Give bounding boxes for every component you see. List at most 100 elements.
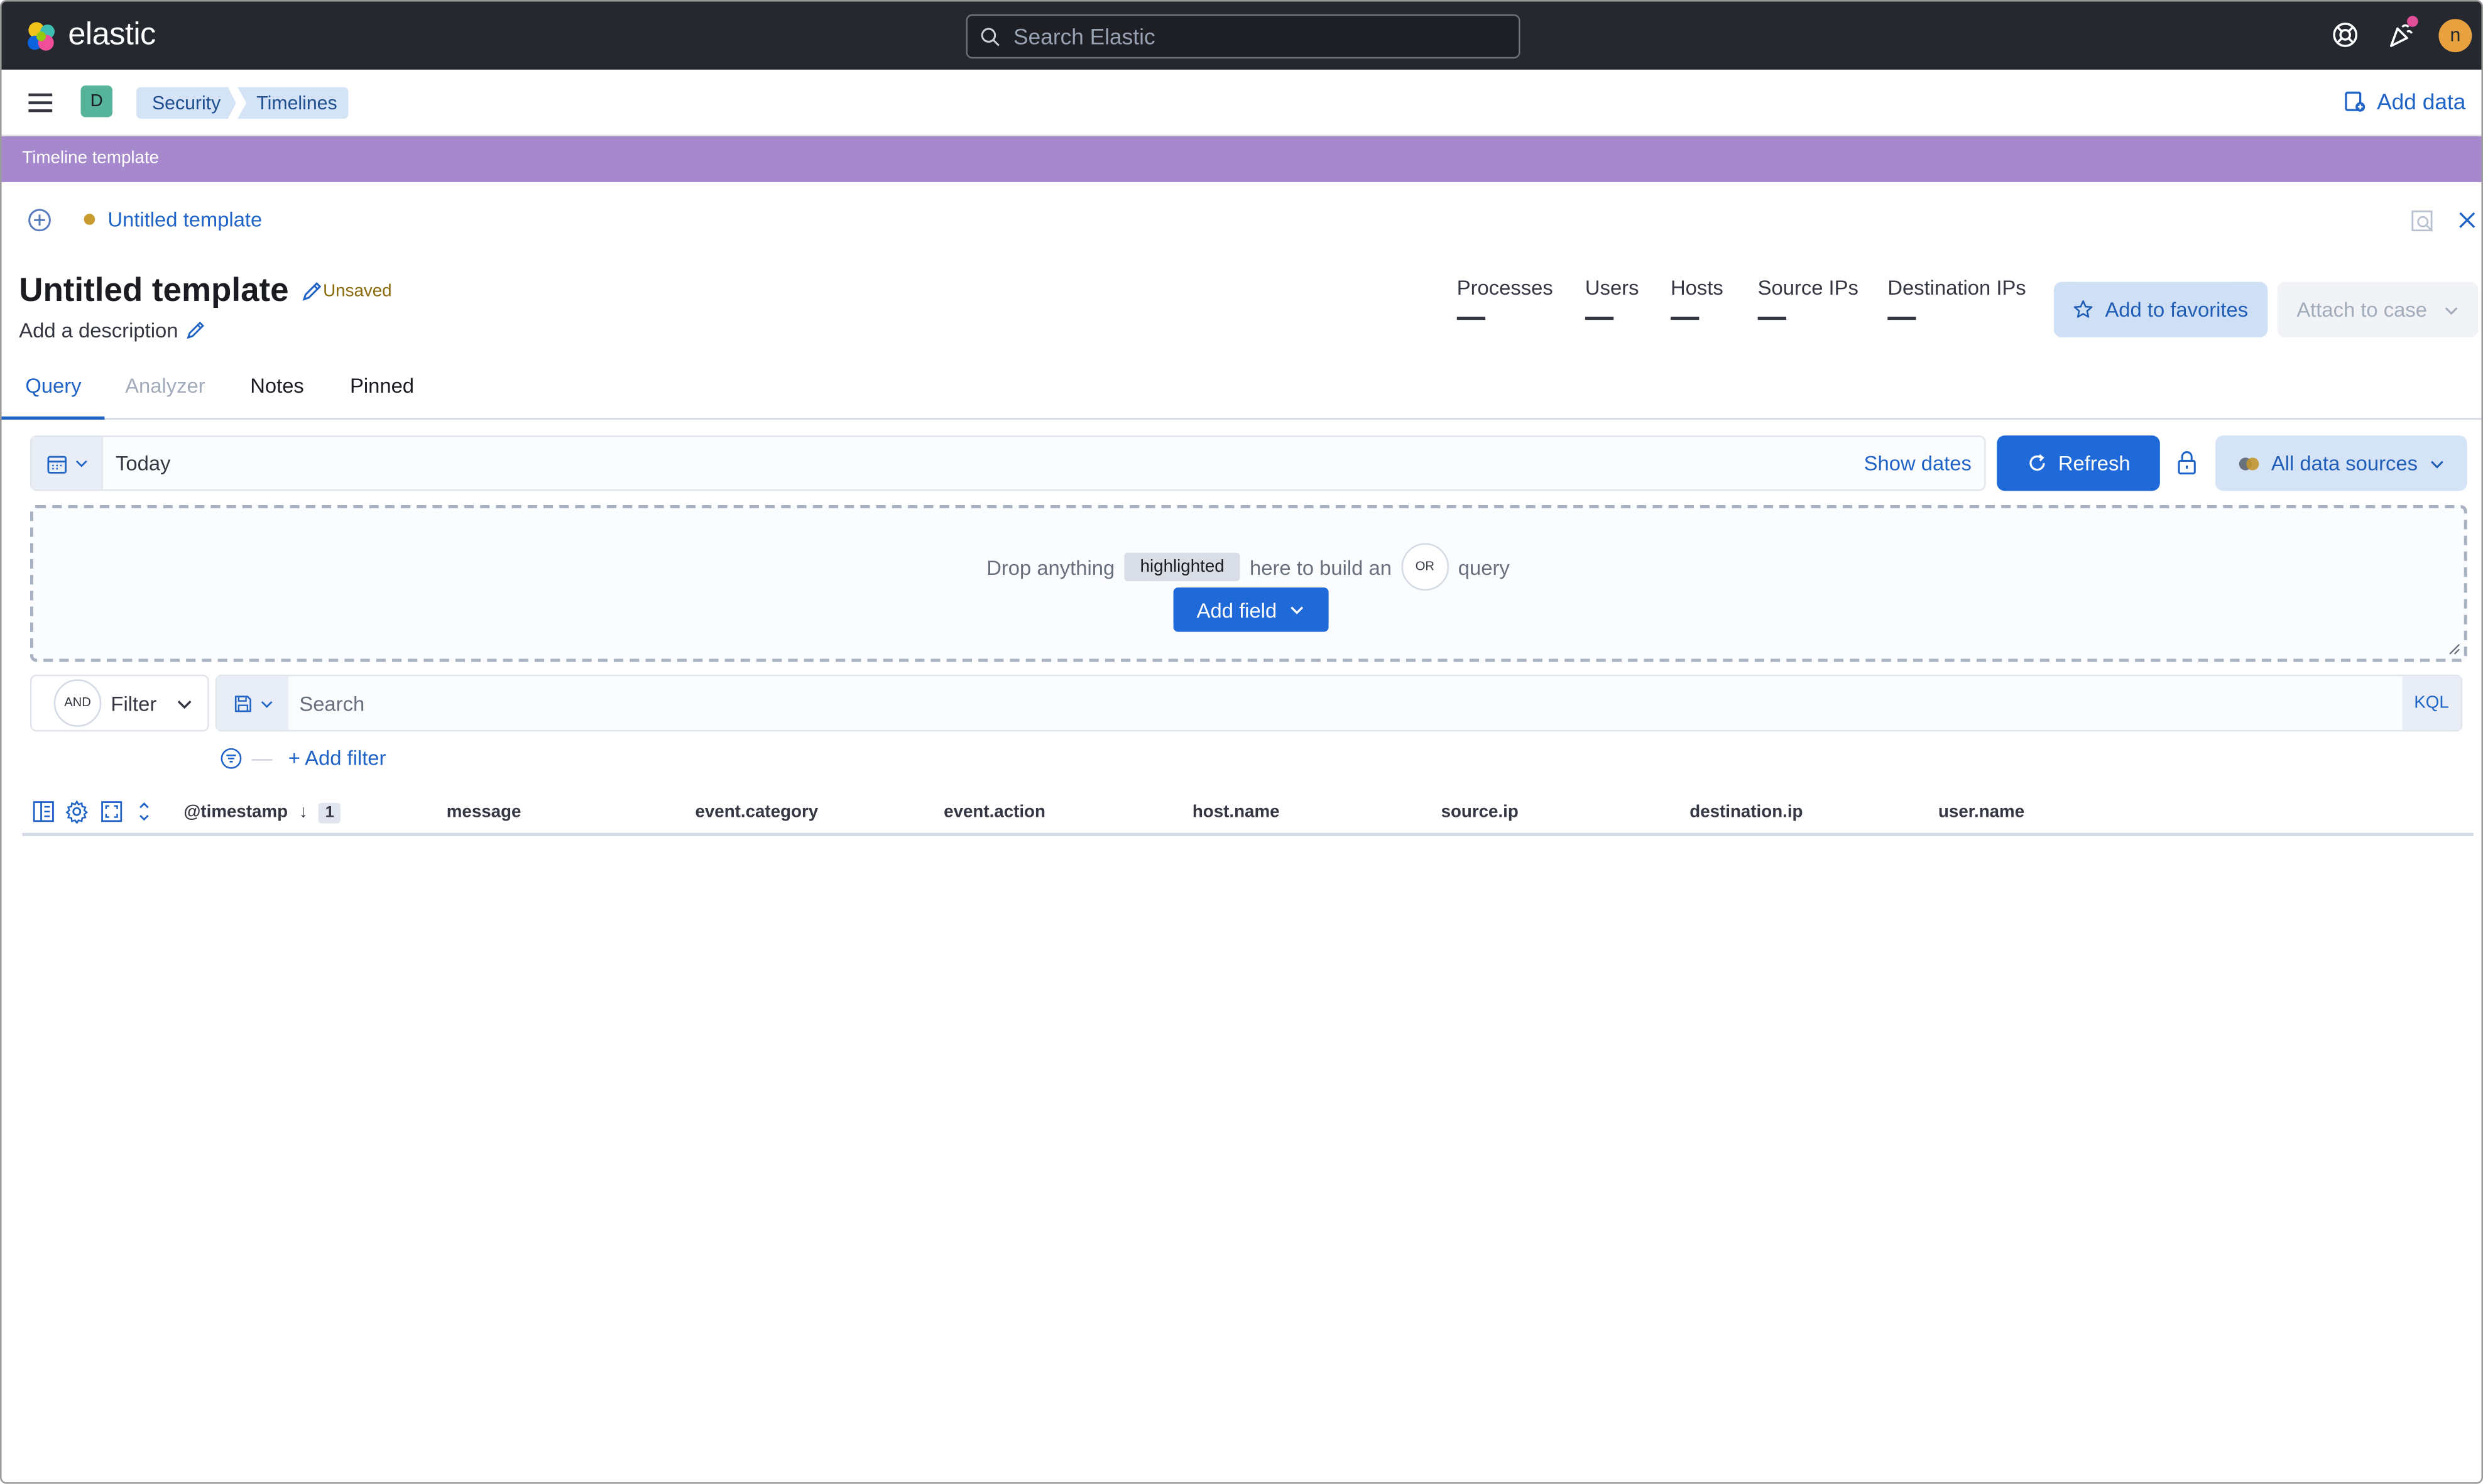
timeline-title-text: Untitled template — [19, 272, 289, 309]
global-header: elastic n — [1, 1, 2482, 70]
show-dates-link[interactable]: Show dates — [1864, 451, 1972, 475]
column-header-event-category[interactable]: event.category — [695, 803, 818, 822]
drop-suffix: query — [1458, 555, 1510, 579]
gear-icon — [65, 800, 89, 824]
unsaved-dot — [84, 214, 96, 225]
sort-fields-button[interactable] — [136, 800, 152, 824]
lock-timeline-button[interactable] — [2176, 450, 2198, 475]
user-avatar[interactable]: n — [2438, 19, 2472, 53]
lock-open-icon — [2178, 451, 2196, 475]
calendar-icon — [46, 455, 66, 473]
kpi-users: Users — [1585, 276, 1639, 320]
quick-select-button[interactable] — [31, 437, 103, 489]
new-timeline-button[interactable] — [27, 207, 52, 232]
add-filter-row: — + Add filter — [220, 746, 386, 770]
inspect-button[interactable] — [2410, 209, 2435, 234]
add-to-favorites-button[interactable]: Add to favorites — [2053, 281, 2268, 337]
column-header-destination-ip[interactable]: destination.ip — [1689, 803, 1803, 822]
or-badge: OR — [1401, 543, 1449, 591]
timeline-title-tab[interactable]: Untitled template — [84, 207, 262, 231]
highlighted-chip: highlighted — [1124, 552, 1240, 581]
edit-description-pencil-icon — [187, 321, 205, 339]
row-settings-button[interactable] — [65, 800, 89, 824]
database-add-icon — [2345, 91, 2366, 112]
help-lifebuoy-icon — [2333, 23, 2358, 47]
resize-handle-icon[interactable] — [2448, 643, 2461, 655]
hamburger-menu-icon — [28, 93, 53, 112]
kpi-empty-value — [1456, 317, 1486, 320]
query-drop-zone[interactable]: Drop anything highlighted here to build … — [30, 505, 2467, 662]
breadcrumb-timelines: Timelines — [237, 87, 349, 119]
app-window: elastic n — [0, 0, 2483, 1484]
chevron-down-icon — [2444, 306, 2457, 314]
refresh-icon — [2029, 454, 2044, 471]
kpi-label: Destination IPs — [1887, 275, 2026, 300]
close-icon — [2459, 212, 2475, 228]
kpi-empty-value — [1671, 317, 1700, 320]
sort-descending-arrow-icon: ↓ — [298, 802, 308, 822]
filter-icon[interactable] — [220, 746, 242, 768]
edit-title-pencil-icon[interactable] — [302, 280, 324, 302]
refresh-label: Refresh — [2058, 451, 2131, 476]
fullscreen-button[interactable] — [100, 800, 124, 824]
add-field-button[interactable]: Add field — [1173, 587, 1329, 632]
drop-middle: here to build an — [1250, 555, 1392, 579]
column-header-timestamp[interactable]: @timestamp ↓ 1 — [183, 802, 341, 824]
add-data-link[interactable]: Add data — [2344, 89, 2465, 114]
chevron-down-icon — [1291, 606, 1304, 614]
column-header-source-ip[interactable]: source.ip — [1441, 803, 1519, 822]
query-language-button[interactable]: KQL — [2402, 676, 2461, 730]
column-header-host-name[interactable]: host.name — [1192, 803, 1280, 822]
chevron-down-icon — [260, 700, 272, 707]
fullscreen-icon — [101, 801, 123, 822]
fields-browser-button[interactable] — [31, 800, 55, 824]
tab-notes[interactable]: Notes — [250, 364, 304, 420]
timeline-title: Untitled template — [19, 273, 324, 310]
column-header-message[interactable]: message — [447, 803, 521, 822]
saved-query-menu-button[interactable] — [217, 676, 288, 730]
add-filter-link[interactable]: + Add filter — [288, 746, 386, 770]
navigation-bar — [1, 69, 2482, 136]
column-header-event-action[interactable]: event.action — [944, 803, 1045, 822]
close-timeline-button[interactable] — [2458, 210, 2477, 229]
breadcrumb-security[interactable]: Security — [136, 87, 236, 119]
attach-to-case-button: Attach to case — [2277, 281, 2479, 337]
timeline-tabs: Query Analyzer Notes Pinned — [1, 364, 2482, 420]
global-search-input[interactable] — [1013, 23, 1489, 50]
timeline-template-banner: Timeline template — [1, 136, 2482, 182]
refresh-button[interactable]: Refresh — [1997, 435, 2160, 491]
tab-query[interactable]: Query — [1, 364, 106, 420]
kpi-label: Users — [1585, 275, 1639, 300]
add-data-label: Add data — [2377, 89, 2466, 114]
kpi-source-ips: Source IPs — [1757, 276, 1858, 320]
data-sources-button[interactable]: All data sources — [2215, 435, 2467, 491]
favorites-label: Add to favorites — [2105, 297, 2249, 322]
date-range-value[interactable]: Today — [116, 451, 170, 475]
kpi-label: Hosts — [1671, 275, 1723, 300]
menu-button[interactable] — [27, 90, 55, 116]
query-search-input[interactable] — [299, 689, 2358, 717]
kpi-destination-ips: Destination IPs — [1887, 276, 2026, 320]
help-button[interactable] — [2331, 21, 2359, 49]
filter-operator-select[interactable]: AND Filter — [30, 674, 209, 732]
sort-icon — [139, 802, 149, 821]
drop-instructions: Drop anything highlighted here to build … — [986, 543, 1510, 591]
space-avatar[interactable]: D — [80, 85, 112, 117]
global-search-field[interactable] — [966, 14, 1520, 59]
elastic-logo[interactable]: elastic — [24, 18, 156, 54]
news-feed-button[interactable] — [2386, 16, 2418, 49]
add-field-label: Add field — [1196, 597, 1277, 622]
tab-analyzer: Analyzer — [125, 373, 205, 398]
date-picker: Today Show dates — [30, 435, 1986, 491]
unsaved-badge: Unsaved — [323, 281, 392, 301]
kpi-empty-value — [1757, 317, 1787, 320]
filter-label: Filter — [111, 691, 157, 715]
save-disk-icon — [234, 695, 251, 712]
data-sources-toggle-icon — [2239, 457, 2259, 470]
column-header-user-name[interactable]: user.name — [1938, 803, 2024, 822]
tab-pinned[interactable]: Pinned — [350, 364, 414, 420]
attach-label: Attach to case — [2296, 297, 2427, 322]
timeline-description[interactable]: Add a description — [19, 319, 207, 342]
kpi-label: Processes — [1456, 275, 1553, 300]
and-badge: AND — [53, 679, 102, 727]
